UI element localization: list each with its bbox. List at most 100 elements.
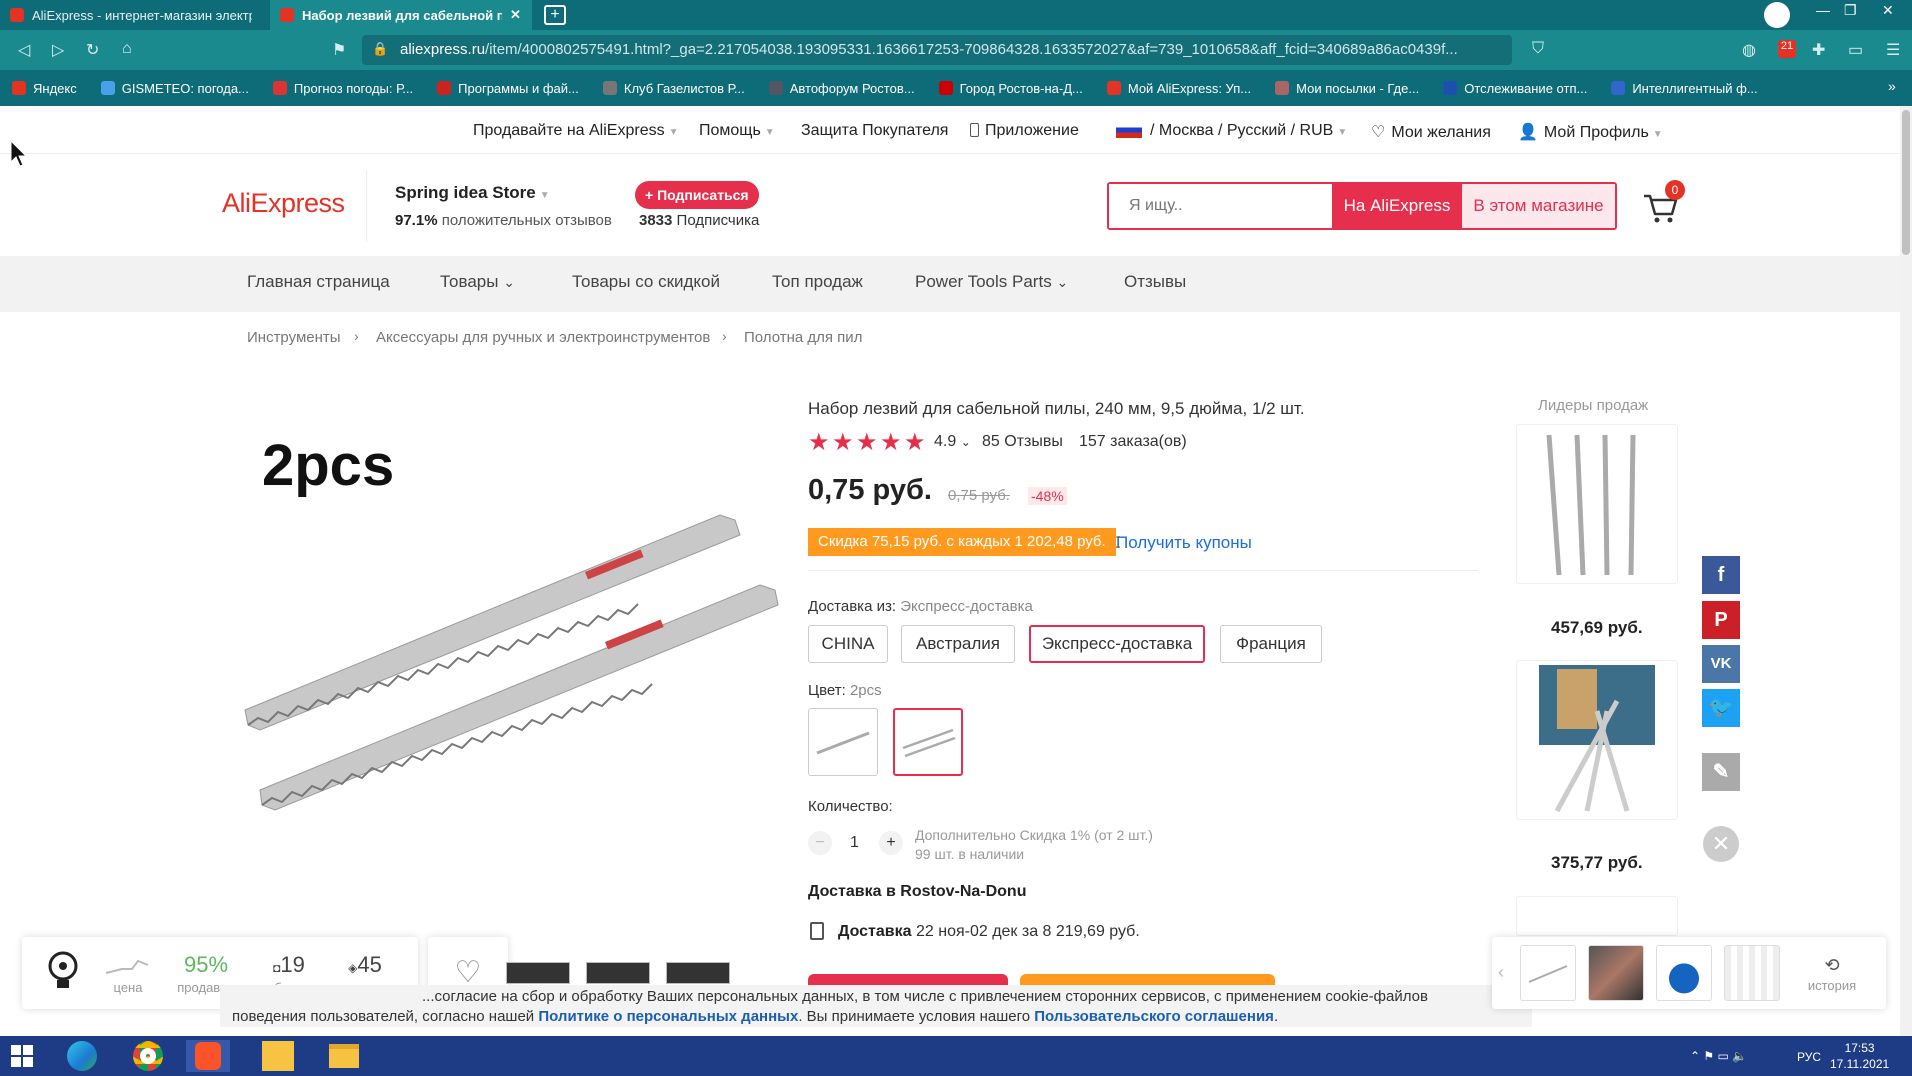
store-nav-home[interactable]: Главная страница — [247, 272, 390, 292]
puzzle-icon[interactable]: ✚ — [1812, 40, 1825, 60]
bookmark-item[interactable]: Отслеживание отп... — [1443, 81, 1587, 96]
close-window-icon[interactable]: ✕ — [1882, 2, 1894, 19]
browser-tab[interactable]: AliExpress - интернет-магазин электр — [0, 0, 266, 30]
leader-product-image[interactable] — [1516, 424, 1678, 584]
bookmark-item[interactable]: Город Ростов-на-Д... — [938, 81, 1083, 96]
lightbulb-icon[interactable] — [44, 948, 82, 994]
bookmark-item[interactable]: Интеллигентный ф... — [1611, 81, 1758, 96]
quantity-increase-button[interactable]: + — [879, 831, 903, 855]
new-tab-button[interactable]: + — [544, 5, 566, 25]
forward-icon[interactable]: ▷ — [52, 40, 64, 60]
store-nav-products[interactable]: Товары ⌄ — [440, 272, 515, 292]
profile-link[interactable]: 👤 Мой Профиль ▼ — [1518, 122, 1663, 142]
ship-option-france[interactable]: Франция — [1220, 625, 1322, 663]
quantity-decrease-button[interactable]: − — [808, 831, 832, 855]
history-icon[interactable]: ⟲ — [1804, 955, 1860, 976]
protection-link[interactable]: Защита Покупателя — [801, 122, 948, 140]
history-thumbnail[interactable] — [1724, 945, 1780, 1001]
wishlist-link[interactable]: ♡ Мои желания — [1371, 122, 1491, 142]
vk-icon[interactable]: VK — [1702, 645, 1740, 683]
more-bookmarks-icon[interactable]: » — [1888, 78, 1896, 94]
ship-option-express[interactable]: Экспресс-доставка — [1029, 625, 1205, 663]
store-nav-power-tools[interactable]: Power Tools Parts ⌄ — [915, 272, 1068, 292]
search-aliexpress-button[interactable]: На AliExpress — [1332, 184, 1462, 228]
reviews-link[interactable]: 85 Отзывы — [982, 433, 1063, 451]
bookmark-item[interactable]: Прогноз погоды: Р... — [272, 81, 413, 96]
address-bar[interactable]: aliexpress.ru/item/4000802575491.html?_g… — [362, 35, 1512, 65]
color-swatch-2pcs[interactable] — [893, 708, 963, 776]
ship-option-australia[interactable]: Австралия — [901, 625, 1015, 663]
history-thumbnail[interactable] — [1588, 945, 1644, 1001]
bookmark-item[interactable]: Мои посылки - Где... — [1275, 81, 1419, 96]
thumbnail[interactable] — [586, 962, 650, 984]
privacy-policy-link[interactable]: Политике о персональных данных — [538, 1008, 798, 1025]
reload-icon[interactable]: ↻ — [86, 40, 99, 60]
search-input[interactable] — [1109, 184, 1332, 228]
region-selector[interactable]: / Москва / Русский / RUB ▼ — [1116, 122, 1347, 140]
breadcrumb-item[interactable]: Инструменты — [247, 329, 341, 346]
breadcrumb-item[interactable]: Полотна для пил — [744, 329, 862, 346]
store-name[interactable]: Spring idea Store ▼ — [395, 183, 550, 203]
close-icon[interactable]: ✕ — [1703, 826, 1739, 862]
twitter-icon[interactable]: 🐦 — [1702, 689, 1740, 727]
leader-product-image[interactable] — [1516, 660, 1678, 820]
breadcrumb-item[interactable]: Аксессуары для ручных и электроинструмен… — [376, 329, 710, 346]
bookmark-icon[interactable]: ⚑ — [332, 40, 346, 60]
bookmark-item[interactable]: Мой AliExpress: Уп... — [1106, 81, 1251, 96]
aliexpress-logo[interactable]: AliExpress — [222, 188, 345, 219]
get-coupons-link[interactable]: Получить купоны — [1116, 533, 1252, 553]
delivery-destination[interactable]: Доставка в Rostov-Na-Donu — [808, 883, 1026, 901]
file-explorer-icon[interactable] — [322, 1040, 366, 1072]
user-agreement-link[interactable]: Пользовательского соглашения — [1034, 1008, 1274, 1025]
pinterest-icon[interactable]: P — [1702, 601, 1740, 639]
restore-icon[interactable]: ❐ — [1844, 2, 1857, 19]
language-indicator[interactable]: РУС — [1797, 1050, 1821, 1064]
quantity-value[interactable]: 1 — [850, 834, 859, 852]
clock[interactable]: 17:53 17.11.2021 — [1830, 1040, 1889, 1072]
chevron-left-icon[interactable]: ‹ — [1498, 962, 1504, 983]
thumbnail[interactable] — [666, 962, 730, 984]
app-icon[interactable] — [256, 1040, 300, 1072]
minimize-icon[interactable]: — — [1816, 2, 1830, 18]
search-store-button[interactable]: В этом магазине — [1462, 184, 1615, 228]
app-link[interactable]: Приложение — [970, 122, 1079, 140]
chrome-icon[interactable] — [126, 1040, 170, 1072]
bookmark-item[interactable]: GISMETEO: погода... — [100, 81, 249, 96]
browser-tab-active[interactable]: Набор лезвий для сабельной пи ✕ — [270, 0, 532, 30]
bookmark-item[interactable]: Автофорум Ростов... — [768, 81, 915, 96]
home-icon[interactable]: ⌂ — [122, 40, 132, 58]
product-image[interactable]: 2pcs — [240, 400, 780, 820]
sell-link[interactable]: Продавайте на AliExpress ▼ — [473, 122, 679, 140]
store-nav-top-sales[interactable]: Топ продаж — [772, 272, 863, 292]
bookmark-item[interactable]: Программы и фай... — [437, 81, 579, 96]
shield-icon[interactable]: ⛉ — [1532, 40, 1544, 58]
globe-icon[interactable]: ◍ — [1742, 40, 1756, 60]
windows-start-icon[interactable] — [0, 1040, 44, 1072]
close-icon[interactable]: ✕ — [510, 7, 521, 23]
rating-value[interactable]: 4.9 ⌄ — [934, 433, 971, 451]
history-thumbnail[interactable] — [1656, 945, 1712, 1001]
edit-icon[interactable]: ✎ — [1702, 753, 1740, 791]
ship-option-china[interactable]: CHINA — [808, 625, 888, 663]
extension-icon[interactable]: 21 — [1778, 40, 1796, 58]
help-link[interactable]: Помощь ▼ — [699, 122, 775, 140]
edge-icon[interactable] — [60, 1040, 104, 1072]
brave-icon[interactable] — [186, 1040, 230, 1072]
bookmark-item[interactable]: Яндекс — [12, 81, 77, 96]
facebook-icon[interactable]: f — [1702, 556, 1740, 594]
bookmark-item[interactable]: Клуб Газелистов Р... — [602, 81, 745, 96]
color-swatch-1pcs[interactable] — [808, 708, 878, 776]
wallet-icon[interactable]: ▭ — [1848, 40, 1863, 60]
tray-icons[interactable]: ⌃ ⚑ ▭ 🔈 — [1690, 1049, 1747, 1063]
history-thumbnail[interactable] — [1520, 945, 1576, 1001]
menu-icon[interactable]: ☰ — [1886, 40, 1900, 60]
stock-count: 99 шт. в наличии — [915, 846, 1025, 862]
leader-product-image[interactable] — [1516, 896, 1678, 936]
profile-icon[interactable] — [1764, 2, 1790, 28]
subscribe-button[interactable]: + Подписаться — [635, 181, 759, 209]
back-icon[interactable]: ◁ — [18, 40, 30, 60]
scrollbar-thumb[interactable] — [1902, 110, 1910, 255]
thumbnail[interactable] — [506, 962, 570, 984]
store-nav-reviews[interactable]: Отзывы — [1124, 272, 1186, 292]
store-nav-discounts[interactable]: Товары со скидкой — [572, 272, 720, 292]
